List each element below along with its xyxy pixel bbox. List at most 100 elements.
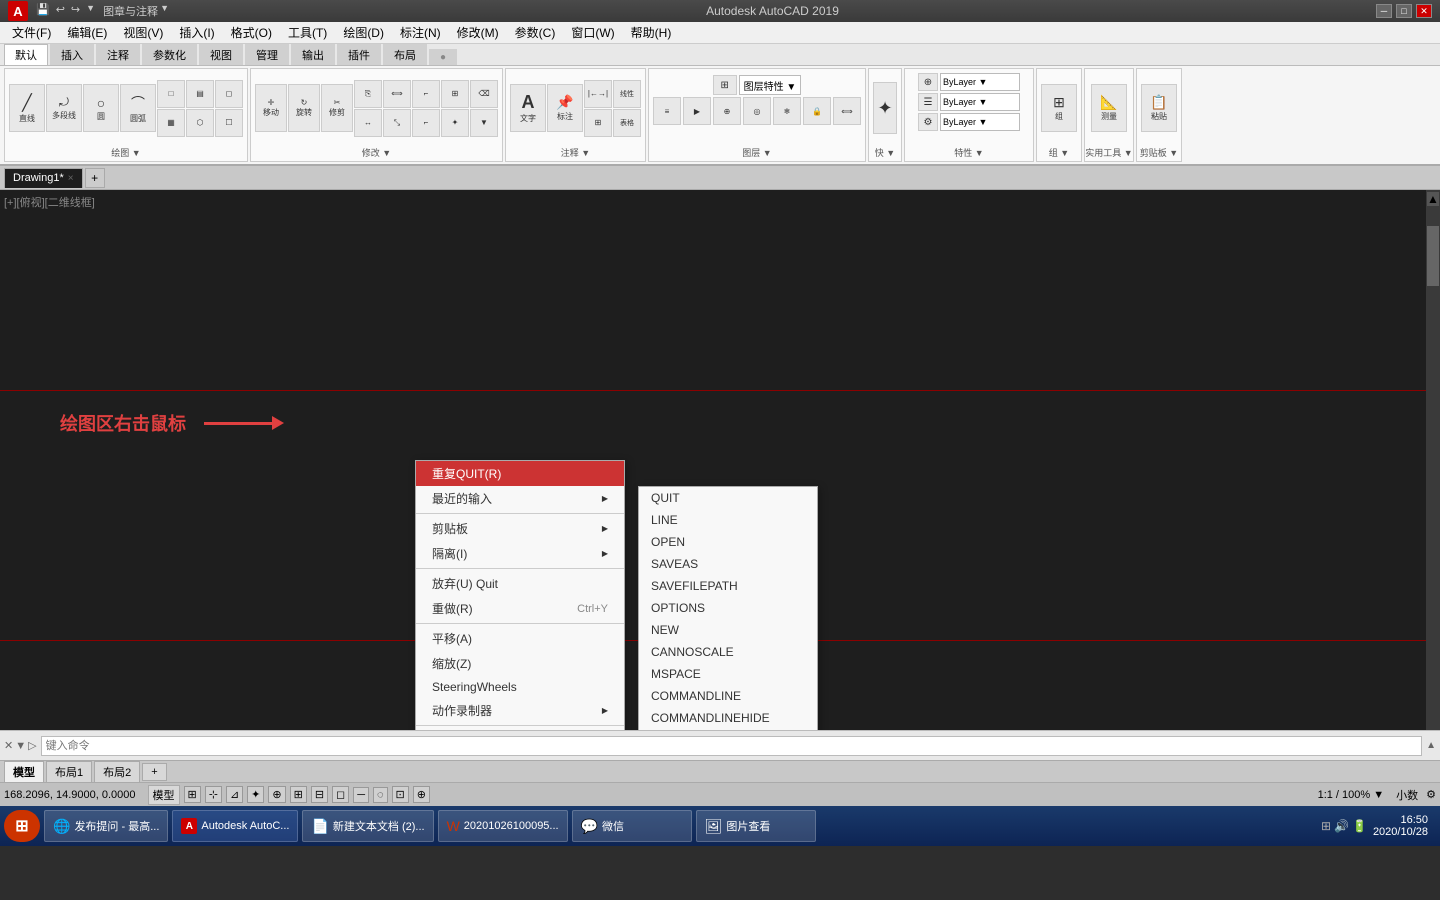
- arc-button[interactable]: ⌒ 圆弧: [120, 84, 156, 132]
- menu-help[interactable]: 帮助(H): [623, 22, 680, 43]
- close-button[interactable]: ✕: [1416, 4, 1432, 18]
- ctx-recent-input[interactable]: 最近的输入: [416, 486, 624, 511]
- layer-iso[interactable]: ◎: [743, 97, 771, 125]
- cmd-scroll-up[interactable]: ▲: [1426, 740, 1436, 751]
- wipeout-button[interactable]: ☐: [215, 109, 243, 137]
- trim-button[interactable]: ✂修剪: [321, 84, 353, 132]
- decimal-display[interactable]: 小数: [1392, 786, 1422, 804]
- taskbar-autocad[interactable]: A Autodesk AutoC...: [172, 810, 298, 842]
- ctx-action-recorder[interactable]: 动作录制器: [416, 698, 624, 723]
- menu-file[interactable]: 文件(F): [4, 22, 59, 43]
- erase-button[interactable]: ⌫: [470, 80, 498, 108]
- tab-view[interactable]: 视图: [199, 44, 243, 65]
- tab-layout[interactable]: 布局: [383, 44, 427, 65]
- menu-window[interactable]: 窗口(W): [563, 22, 622, 43]
- quick-access-save[interactable]: 💾: [34, 3, 52, 19]
- ctx-steeringwheels[interactable]: SteeringWheels: [416, 676, 624, 698]
- tab-annotate[interactable]: 注释: [96, 44, 140, 65]
- minimize-button[interactable]: ─: [1376, 4, 1392, 18]
- scroll-thumb[interactable]: [1427, 226, 1439, 286]
- osnap-btn[interactable]: ⊕: [268, 786, 285, 803]
- ctx-repeat-quit[interactable]: 重复QUIT(R): [416, 461, 624, 486]
- menu-insert[interactable]: 插入(I): [171, 22, 222, 43]
- tray-vol[interactable]: 🔊: [1334, 819, 1349, 833]
- chamfer-button[interactable]: ⌐: [412, 109, 440, 137]
- gizmo-btn[interactable]: ⊕: [413, 786, 430, 803]
- menu-modify[interactable]: 修改(M): [449, 22, 507, 43]
- new-drawing-button[interactable]: +: [85, 168, 105, 188]
- layer-lock[interactable]: 🔒: [803, 97, 831, 125]
- taskbar-txt[interactable]: 📄 新建文本文档 (2)...: [302, 810, 433, 842]
- text-button[interactable]: A 文字: [510, 84, 546, 132]
- match-props[interactable]: ⊕: [918, 73, 938, 91]
- ucs-btn[interactable]: ⊟: [311, 786, 328, 803]
- sub-saveas[interactable]: SAVEAS: [639, 553, 817, 575]
- transp-btn[interactable]: ◌: [373, 787, 388, 803]
- table-style[interactable]: 表格: [613, 109, 641, 137]
- sub-mspace[interactable]: MSPACE: [639, 663, 817, 685]
- stretch-button[interactable]: ↔: [354, 109, 382, 137]
- ctx-subobject-filter[interactable]: 子对象选择过滤器: [416, 728, 624, 730]
- menu-draw[interactable]: 绘图(D): [335, 22, 392, 43]
- bylayer-dropdown3[interactable]: ByLayer ▼: [940, 113, 1020, 131]
- ribbon-title-dropdown[interactable]: ▼: [84, 3, 97, 19]
- group-button[interactable]: ⊞ 组: [1041, 84, 1077, 132]
- paste-button[interactable]: 📋 粘贴: [1141, 84, 1177, 132]
- insert-block[interactable]: ✦: [873, 82, 897, 134]
- ortho-btn[interactable]: ⊿: [226, 786, 243, 803]
- tab-insert[interactable]: 插入: [50, 44, 94, 65]
- ctx-redo[interactable]: 重做(R) Ctrl+Y: [416, 596, 624, 621]
- model-label[interactable]: 模型: [148, 785, 180, 805]
- doc-tab-close[interactable]: ×: [68, 173, 74, 184]
- start-button[interactable]: ⊞: [4, 810, 40, 842]
- mtext-button[interactable]: 📌 标注: [547, 84, 583, 132]
- tab-extra[interactable]: ●: [429, 49, 457, 65]
- tab-default[interactable]: 默认: [4, 44, 48, 65]
- hatch-button[interactable]: ▦: [157, 109, 185, 137]
- sub-options[interactable]: OPTIONS: [639, 597, 817, 619]
- linear-dim[interactable]: |←→|: [584, 80, 612, 108]
- menu-format[interactable]: 格式(O): [223, 22, 280, 43]
- canvas-area[interactable]: [+][俯视][二维线框] 绘图区右击鼠标 重复QUIT(R) 最近的输入 剪贴…: [0, 190, 1440, 730]
- tab-plugins[interactable]: 插件: [337, 44, 381, 65]
- scroll-up[interactable]: ▲: [1427, 192, 1439, 206]
- ctx-undo[interactable]: 放弃(U) Quit: [416, 571, 624, 596]
- polar-btn[interactable]: ✦: [247, 786, 264, 803]
- region-button[interactable]: ◻: [215, 80, 243, 108]
- props-button2[interactable]: ⚙: [918, 113, 938, 131]
- menu-params[interactable]: 参数(C): [507, 22, 564, 43]
- line-button[interactable]: ╱ 直线: [9, 84, 45, 132]
- measure-button[interactable]: 📐 测量: [1091, 84, 1127, 132]
- sub-open[interactable]: OPEN: [639, 531, 817, 553]
- layout-model[interactable]: 模型: [4, 761, 44, 783]
- circle-button[interactable]: ○ 圆: [83, 84, 119, 132]
- tab-manage[interactable]: 管理: [245, 44, 289, 65]
- sub-new[interactable]: NEW: [639, 619, 817, 641]
- linetype-dropdown[interactable]: 线性: [613, 80, 641, 108]
- layout-add[interactable]: +: [142, 763, 166, 781]
- taskbar-wechat[interactable]: 💬 微信: [572, 810, 692, 842]
- bylayer-dropdown1[interactable]: ByLayer ▼: [940, 73, 1020, 91]
- rect-button[interactable]: □: [157, 80, 185, 108]
- layer-props-button[interactable]: ⊞: [713, 75, 737, 95]
- sel-btn[interactable]: ⊡: [392, 786, 409, 803]
- quick-access-redo[interactable]: ↪: [69, 3, 82, 19]
- sub-commandlinehide[interactable]: COMMANDLINEHIDE: [639, 707, 817, 729]
- layer-tools[interactable]: ⊕: [713, 97, 741, 125]
- otrack-btn[interactable]: ⊞: [290, 786, 307, 803]
- ctx-clipboard[interactable]: 剪贴板: [416, 516, 624, 541]
- fillet-button[interactable]: ⌐: [412, 80, 440, 108]
- taskbar-imgview[interactable]: 🖼 图片查看: [696, 810, 816, 842]
- layer-current[interactable]: ▶: [683, 97, 711, 125]
- mirror-button[interactable]: ⟺: [383, 80, 411, 108]
- restore-button[interactable]: □: [1396, 4, 1412, 18]
- taskbar-wps[interactable]: W 20201026100095...: [438, 810, 568, 842]
- polyline-button[interactable]: ⤾ 多段线: [46, 84, 82, 132]
- sub-savefilepath[interactable]: SAVEFILEPATH: [639, 575, 817, 597]
- layer-freeze[interactable]: ❄: [773, 97, 801, 125]
- command-input[interactable]: [41, 736, 1423, 756]
- sub-wscurrent[interactable]: WSCURRENT: [639, 729, 817, 730]
- gradient-button[interactable]: ▤: [186, 80, 214, 108]
- tray-network[interactable]: ⊞: [1321, 819, 1331, 833]
- table-button[interactable]: ⊞: [584, 109, 612, 137]
